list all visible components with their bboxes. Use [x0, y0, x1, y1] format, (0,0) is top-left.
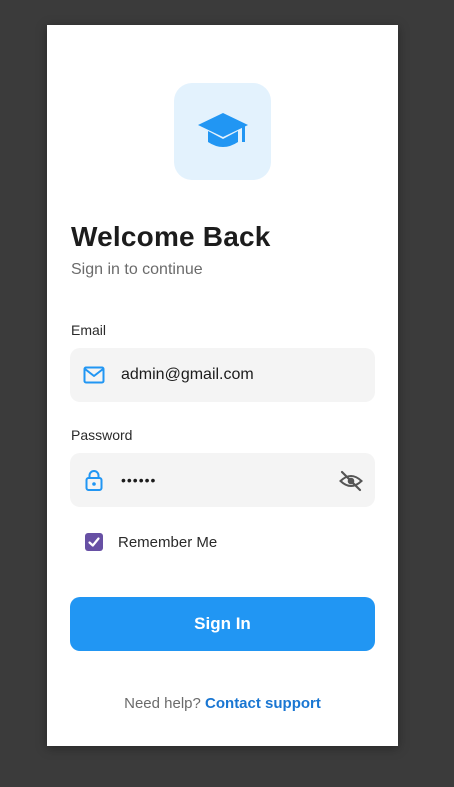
email-icon: [83, 366, 105, 384]
email-input[interactable]: [121, 348, 321, 402]
email-label: Email: [71, 322, 107, 338]
remember-me-checkbox[interactable]: [85, 533, 103, 551]
checkmark-icon: [88, 537, 100, 547]
password-input[interactable]: ••••••: [121, 453, 321, 507]
page-title: Welcome Back: [71, 221, 271, 252]
app-logo: [174, 83, 271, 180]
sign-in-button[interactable]: Sign In: [70, 597, 375, 651]
remember-me-row[interactable]: Remember Me: [85, 533, 217, 551]
remember-me-label: Remember Me: [118, 533, 218, 551]
page-subtitle: Sign in to continue: [71, 261, 203, 278]
help-text: Need help? Contact support: [47, 695, 398, 712]
help-prompt: Need help?: [124, 695, 201, 712]
graduation-cap-icon: [197, 112, 248, 147]
password-field[interactable]: ••••••: [70, 453, 375, 507]
email-field[interactable]: [70, 348, 375, 402]
contact-support-link[interactable]: Contact support: [205, 695, 321, 712]
lock-icon: [85, 470, 103, 491]
password-label: Password: [71, 427, 133, 443]
login-card: Welcome Back Sign in to continue Email P…: [47, 25, 398, 746]
visibility-off-icon[interactable]: [339, 469, 363, 493]
